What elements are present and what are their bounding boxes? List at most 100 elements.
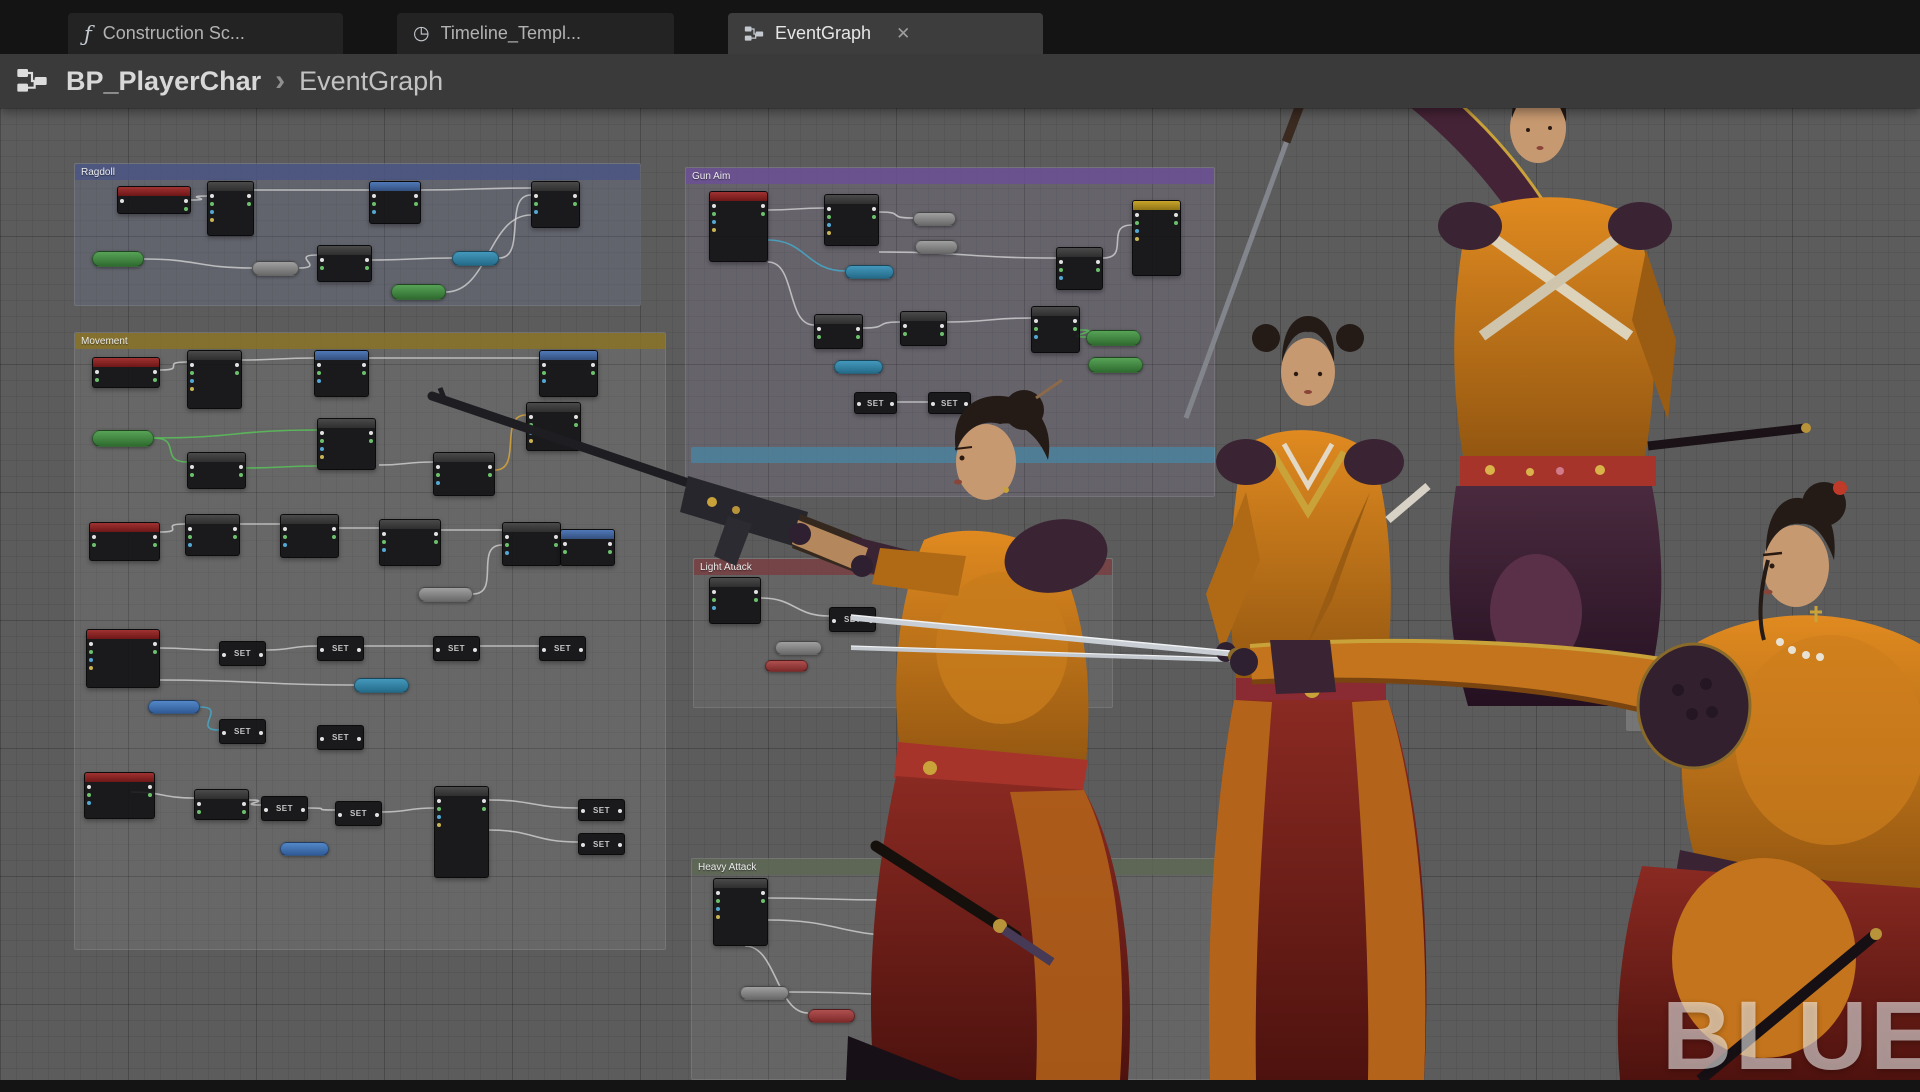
node-header bbox=[1057, 248, 1102, 257]
node-header bbox=[87, 630, 159, 639]
comment-title: Heavy Attack bbox=[692, 859, 1230, 875]
blueprint-node-red[interactable] bbox=[89, 522, 160, 561]
blueprint-node-dark[interactable] bbox=[886, 890, 941, 925]
comment-heavy-attack[interactable]: Heavy Attack bbox=[691, 858, 1231, 1080]
node-header bbox=[93, 358, 159, 367]
blueprint-node-red[interactable] bbox=[92, 357, 160, 388]
blueprint-node-pill-green[interactable] bbox=[391, 284, 446, 300]
node-header bbox=[901, 312, 946, 321]
blueprint-node-set[interactable]: SET bbox=[539, 636, 586, 661]
blueprint-node-dark[interactable] bbox=[824, 194, 879, 246]
blueprint-node-dark[interactable] bbox=[502, 522, 561, 566]
comment-title: Ragdoll bbox=[75, 164, 640, 180]
blueprint-node-set[interactable]: SET bbox=[317, 725, 364, 750]
blueprint-node-pill-teal[interactable] bbox=[452, 251, 499, 266]
blueprint-node-red[interactable] bbox=[84, 772, 155, 819]
blueprint-node-pill-teal[interactable] bbox=[354, 678, 409, 693]
node-header bbox=[714, 879, 767, 888]
blueprint-node-set[interactable]: SET bbox=[335, 801, 382, 826]
blueprint-node-pill-gray[interactable] bbox=[913, 212, 956, 226]
tab-construction-script[interactable]: ƒ Construction Sc... bbox=[68, 13, 343, 54]
blueprint-node-yellow[interactable] bbox=[1132, 200, 1181, 276]
blueprint-node-pill-red[interactable] bbox=[808, 1009, 855, 1023]
blueprint-node-set[interactable]: SET bbox=[219, 641, 266, 666]
blueprint-node-set[interactable]: SET bbox=[578, 799, 625, 821]
blueprint-node-set[interactable]: SET bbox=[578, 833, 625, 855]
comment-title: Light Attack bbox=[694, 559, 1112, 575]
blueprint-node-red[interactable] bbox=[86, 629, 160, 688]
blueprint-node-pill-blue[interactable] bbox=[148, 700, 200, 714]
graph-strip bbox=[1626, 697, 1920, 731]
blueprint-node-set[interactable]: SET bbox=[928, 392, 971, 414]
blueprint-node-pill-teal[interactable] bbox=[834, 360, 883, 374]
node-header bbox=[208, 182, 253, 191]
breadcrumb: BP_PlayerChar › EventGraph bbox=[0, 54, 1920, 108]
blueprint-node-dark[interactable] bbox=[280, 514, 339, 558]
blueprint-node-pill-gray[interactable] bbox=[915, 240, 958, 254]
blueprint-node-dark[interactable] bbox=[1056, 247, 1103, 290]
comment-title: Gun Aim bbox=[686, 168, 1214, 184]
blueprint-node-dark[interactable] bbox=[207, 181, 254, 236]
blueprint-node-pill-gray[interactable] bbox=[740, 986, 789, 1000]
blueprint-node-set[interactable]: SET bbox=[317, 636, 364, 661]
blueprint-node-pill-red[interactable] bbox=[765, 660, 808, 672]
node-header bbox=[815, 315, 862, 324]
blueprint-node-dark[interactable] bbox=[956, 986, 1005, 1017]
node-header bbox=[561, 530, 614, 539]
blueprint-node-blue[interactable] bbox=[539, 350, 598, 397]
node-header bbox=[825, 195, 878, 204]
blueprint-node-dark[interactable] bbox=[713, 878, 768, 946]
breadcrumb-root[interactable]: BP_PlayerChar bbox=[66, 66, 261, 97]
tab-eventgraph[interactable]: EventGraph ✕ bbox=[728, 13, 1043, 54]
node-header bbox=[315, 351, 368, 360]
blueprint-node-blue[interactable] bbox=[560, 529, 615, 566]
blueprint-node-set[interactable]: SET bbox=[854, 392, 897, 414]
blueprint-node-red[interactable] bbox=[117, 186, 191, 214]
blueprint-node-pill-green[interactable] bbox=[1088, 357, 1143, 373]
node-header bbox=[434, 453, 494, 462]
blueprint-node-set[interactable]: SET bbox=[261, 796, 308, 821]
node-header bbox=[90, 523, 159, 532]
blueprint-node-set[interactable]: SET bbox=[829, 607, 876, 632]
blueprint-node-dark[interactable] bbox=[1031, 306, 1080, 353]
node-header bbox=[195, 790, 248, 799]
blueprint-node-dark[interactable] bbox=[187, 452, 246, 489]
blueprint-node-dark[interactable] bbox=[433, 452, 495, 496]
node-header bbox=[380, 520, 440, 529]
blueprint-node-dark[interactable] bbox=[526, 402, 581, 451]
blueprint-node-dark[interactable] bbox=[185, 514, 240, 556]
blueprint-node-set[interactable]: SET bbox=[433, 636, 480, 661]
tab-timeline-template[interactable]: ◷ Timeline_Templ... bbox=[397, 13, 674, 54]
blueprint-node-blue[interactable] bbox=[369, 181, 421, 224]
node-header bbox=[887, 891, 940, 900]
blueprint-node-dark[interactable] bbox=[900, 311, 947, 346]
blueprint-node-pill-gray[interactable] bbox=[775, 641, 822, 655]
blueprint-node-set[interactable]: SET bbox=[219, 719, 266, 744]
blueprint-node-dark[interactable] bbox=[317, 245, 372, 282]
close-icon[interactable]: ✕ bbox=[896, 24, 910, 44]
blueprint-node-dark[interactable] bbox=[194, 789, 249, 820]
graph-layer: RagdollMovementGun AimLight AttackHeavy … bbox=[0, 0, 1920, 1080]
blueprint-node-blue[interactable] bbox=[314, 350, 369, 397]
blueprint-node-pill-green[interactable] bbox=[92, 251, 144, 267]
blueprint-node-dark[interactable] bbox=[434, 786, 489, 878]
watermark-text: BLUEP bbox=[1662, 980, 1920, 1092]
blueprint-node-set[interactable]: SET bbox=[910, 927, 957, 949]
blueprint-node-pill-green[interactable] bbox=[92, 430, 154, 447]
tab-label: Timeline_Templ... bbox=[441, 23, 581, 44]
blueprint-node-dark[interactable] bbox=[531, 181, 580, 228]
blueprint-node-dark[interactable] bbox=[814, 314, 863, 349]
node-header bbox=[281, 515, 338, 524]
blueprint-node-red[interactable] bbox=[709, 191, 768, 262]
blueprint-node-dark[interactable] bbox=[709, 577, 761, 624]
blueprint-node-pill-gray[interactable] bbox=[252, 261, 299, 276]
blueprint-node-dark[interactable] bbox=[317, 418, 376, 470]
node-header bbox=[710, 578, 760, 587]
blueprint-node-pill-blue[interactable] bbox=[280, 842, 329, 856]
blueprint-node-pill-teal[interactable] bbox=[845, 265, 894, 279]
blueprint-node-dark[interactable] bbox=[187, 350, 242, 409]
blueprint-node-pill-green[interactable] bbox=[1086, 330, 1141, 346]
node-header bbox=[370, 182, 420, 191]
blueprint-node-pill-gray[interactable] bbox=[418, 587, 473, 602]
blueprint-node-dark[interactable] bbox=[379, 519, 441, 566]
